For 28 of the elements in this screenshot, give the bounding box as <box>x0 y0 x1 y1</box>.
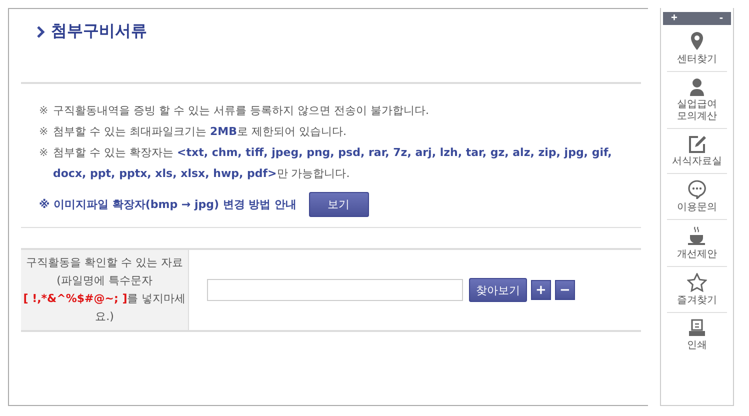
zoom-in-button[interactable]: + <box>663 12 686 25</box>
table-header-cell: 구직활동을 확인할 수 있는 자료 (파일명에 특수문자 [ !,*&^%$#@~; ]를 넣지마세요.) <box>21 250 189 330</box>
remove-button[interactable]: − <box>555 280 575 300</box>
chevron-icon <box>37 26 45 38</box>
quick-menu-label[interactable]: 센터찾기 <box>677 54 717 66</box>
printer-icon[interactable] <box>688 319 706 337</box>
chat-bubble-icon[interactable] <box>688 180 706 199</box>
quick-menu-label[interactable]: 즐겨찾기 <box>677 295 717 307</box>
quick-menu-label[interactable]: 이용문의 <box>677 202 717 214</box>
location-pin-icon[interactable] <box>690 31 704 51</box>
add-button[interactable]: + <box>531 280 551 300</box>
person-icon[interactable] <box>689 78 705 96</box>
coffee-cup-icon[interactable] <box>687 226 707 246</box>
star-icon[interactable] <box>687 273 707 292</box>
zoom-out-button[interactable]: - <box>711 12 731 25</box>
edit-icon[interactable] <box>688 135 706 153</box>
quick-menu-label[interactable]: 서식자료실 <box>672 156 722 168</box>
note-text: ※ 구직활동내역을 증빙 할 수 있는 서류를 등록하지 않으면 전송이 불가합니다. <box>39 103 430 119</box>
note-text: ※ 첨부할 수 있는 최대파일크기는 2MB로 제한되어 있습니다. <box>39 124 348 140</box>
quick-menu-label[interactable]: 실업급여 모의계산 <box>667 99 727 123</box>
quick-menu-label[interactable]: 개선제안 <box>677 249 717 261</box>
guide-text: ※ 이미지파일 확장자(bmp → jpg) 변경 방법 안내 <box>39 197 297 212</box>
browse-button[interactable]: 찾아보기 <box>469 278 527 302</box>
section-title: 첨부구비서류 <box>37 21 648 42</box>
view-button[interactable]: 보기 <box>308 192 369 217</box>
file-input-field[interactable] <box>207 279 463 301</box>
note-text: ※ 첨부할 수 있는 확장자는 <txt, chm, tiff, jpeg, png, psd, rar, 7z, arj, lzh, tar, gz, alz, zip, jpg, gif, docx, ppt, pptx, xls, xlsx, hwp, pdf>만 가능합니다. <box>39 145 613 182</box>
quick-menu-label[interactable]: 인쇄 <box>687 340 707 352</box>
